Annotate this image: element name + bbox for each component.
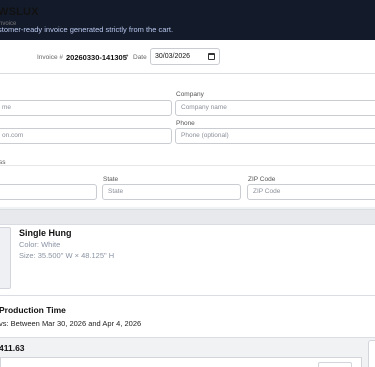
date-input[interactable]: 30/03/2026 xyxy=(150,48,220,65)
address-underline xyxy=(0,165,375,166)
section-divider-band xyxy=(0,209,375,225)
email-field[interactable]: on.com xyxy=(0,128,172,144)
date-value: 30/03/2026 xyxy=(155,53,191,60)
company-label: Company xyxy=(176,91,204,98)
zip-label: ZIP Code xyxy=(248,176,276,183)
invoice-number: 20260330-141305 xyxy=(66,53,127,62)
phone-label: Phone xyxy=(176,120,195,127)
phone-field[interactable]: Phone (optional) xyxy=(175,128,375,144)
production-time-title: Production Time xyxy=(0,305,66,315)
product-size: Size: 35.500" W × 48.125" H xyxy=(19,251,115,260)
banner-subtitle: stomer-ready invoice generated strictly … xyxy=(0,25,174,34)
production-time-section xyxy=(0,295,375,337)
product-name: Single Hung xyxy=(19,228,72,238)
top-banner: stomer-ready invoice generated strictly … xyxy=(0,0,375,40)
zip-field[interactable]: ZIP Code xyxy=(247,184,375,200)
brand-subtitle: nvoice xyxy=(0,21,17,27)
production-time-text: vs: Between Mar 30, 2026 and Apr 4, 2026 xyxy=(0,319,142,328)
product-thumbnail xyxy=(0,227,11,289)
city-field[interactable] xyxy=(0,184,97,200)
totals-action-button[interactable] xyxy=(318,362,352,367)
invoice-number-label: Invoice # xyxy=(37,54,64,61)
side-panel-edge xyxy=(368,340,375,367)
brand-name: WSLUX xyxy=(0,6,39,18)
totals-panel xyxy=(0,357,362,367)
product-color: Color: White xyxy=(19,240,61,249)
date-label: Date xyxy=(133,54,147,61)
state-field[interactable]: State xyxy=(102,184,241,200)
state-label: State xyxy=(103,176,119,183)
company-field[interactable]: Company name xyxy=(175,100,375,116)
total-amount: 411.63 xyxy=(0,343,25,353)
calendar-icon[interactable] xyxy=(208,53,215,60)
separator-dot: • xyxy=(126,53,129,60)
name-field[interactable]: me xyxy=(0,100,172,116)
